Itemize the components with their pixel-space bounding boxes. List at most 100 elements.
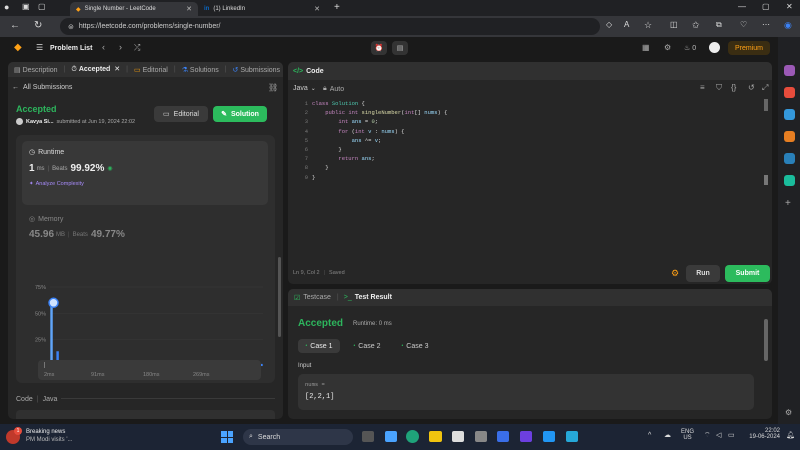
- tab-solutions[interactable]: ⚗ Solutions: [182, 66, 219, 74]
- streak-counter[interactable]: ♨ 0: [684, 44, 696, 53]
- search-sidebar-icon[interactable]: [784, 65, 795, 76]
- debugger-icon[interactable]: ⚙: [671, 269, 679, 278]
- office-icon[interactable]: [784, 131, 795, 142]
- site-info-icon[interactable]: ⊜: [68, 23, 74, 31]
- all-submissions-link[interactable]: ← All Submissions: [12, 84, 72, 91]
- scrollbar-thumb[interactable]: [764, 175, 768, 185]
- tab-editorial[interactable]: ▭ Editorial: [134, 66, 168, 74]
- store-icon[interactable]: [452, 431, 464, 442]
- install-app-icon[interactable]: ◇: [606, 21, 612, 29]
- news-title[interactable]: Breaking news: [26, 429, 65, 435]
- address-bar[interactable]: ⊜ https://leetcode.com/problems/single-n…: [60, 18, 600, 35]
- case-2-tab[interactable]: • Case 2: [346, 339, 388, 353]
- battery-icon[interactable]: ▭: [728, 432, 735, 439]
- tab-linkedin[interactable]: in (1) LinkedIn ✕: [198, 2, 326, 16]
- collections-icon[interactable]: ⧉: [716, 21, 722, 29]
- clock[interactable]: 22:02 19-06-2024: [742, 428, 780, 440]
- reset-icon[interactable]: ↺: [748, 84, 755, 92]
- tab-submissions[interactable]: ↺ Submissions: [233, 66, 281, 74]
- tab-description[interactable]: ▤ Description: [14, 66, 58, 74]
- language-indicator[interactable]: ENG US: [681, 429, 694, 441]
- close-tab-icon[interactable]: ✕: [114, 66, 120, 73]
- settings-gear-icon[interactable]: ⚙: [664, 44, 671, 52]
- wifi-icon[interactable]: ⌔: [704, 432, 711, 439]
- tray-chevron-icon[interactable]: ^: [648, 432, 651, 439]
- next-problem-icon[interactable]: ›: [119, 43, 122, 52]
- notifications-bell-icon[interactable]: 🔔︎: [786, 432, 795, 439]
- auto-mode[interactable]: 🔒︎ Auto: [323, 85, 344, 93]
- minimize-icon[interactable]: —: [738, 3, 746, 11]
- avatar[interactable]: [709, 42, 720, 53]
- range-handle[interactable]: [44, 362, 45, 368]
- tools-icon[interactable]: [784, 109, 795, 120]
- taskbar-search[interactable]: ⌕ Search: [243, 429, 353, 445]
- code-area[interactable]: class Solution { public int singleNumber…: [312, 99, 447, 182]
- app-icon[interactable]: [520, 431, 532, 442]
- app-icon[interactable]: [497, 431, 509, 442]
- extensions-icon[interactable]: ♡: [740, 21, 747, 29]
- tab-actions-icon[interactable]: ▢: [38, 3, 46, 11]
- more-menu-icon[interactable]: ⋯: [762, 21, 770, 29]
- teams-icon[interactable]: [385, 431, 397, 442]
- close-tab-icon[interactable]: ✕: [186, 5, 192, 13]
- profile-icon[interactable]: ●: [4, 3, 9, 12]
- workspaces-icon[interactable]: ▣: [22, 3, 30, 11]
- vscode-icon[interactable]: [543, 431, 555, 442]
- tab-test-result[interactable]: Test Result: [355, 294, 392, 301]
- case-3-tab[interactable]: • Case 3: [394, 339, 436, 353]
- notes-button[interactable]: ▤: [392, 41, 408, 55]
- split-screen-icon[interactable]: ◫: [670, 21, 678, 29]
- submit-button[interactable]: Submit: [725, 265, 770, 282]
- volume-icon[interactable]: ◁: [716, 432, 721, 439]
- favorite-star-icon[interactable]: ☆: [644, 21, 652, 30]
- debug-button[interactable]: ⏰: [371, 41, 387, 55]
- layout-icon[interactable]: ▦: [642, 44, 650, 52]
- maximize-icon[interactable]: ▢: [762, 3, 770, 11]
- case-1-tab[interactable]: • Case 1: [298, 339, 340, 353]
- chart-range-selector[interactable]: 2ms 91ms 180ms 269ms: [38, 360, 261, 380]
- add-sidebar-icon[interactable]: +: [785, 199, 791, 209]
- shopping-icon[interactable]: [784, 87, 795, 98]
- prev-problem-icon[interactable]: ‹: [102, 43, 105, 52]
- refresh-icon[interactable]: ↻: [34, 21, 42, 31]
- news-subtitle[interactable]: PM Modi visits '...: [26, 437, 73, 443]
- format-icon[interactable]: ≡: [700, 84, 705, 92]
- editorial-button[interactable]: ▭ Editorial: [154, 106, 208, 122]
- outlook-icon[interactable]: [784, 153, 795, 164]
- bookmark-icon[interactable]: ⛉: [716, 84, 722, 92]
- windows-start-icon[interactable]: [221, 431, 233, 443]
- app-icon[interactable]: [566, 431, 578, 442]
- run-button[interactable]: Run: [686, 265, 720, 282]
- back-icon[interactable]: ←: [10, 21, 20, 31]
- sidebar-settings-icon[interactable]: ⚙: [785, 409, 792, 417]
- tab-accepted[interactable]: ⏱ Accepted ✕: [71, 65, 120, 74]
- shuffle-icon[interactable]: ⤮: [134, 44, 140, 52]
- fullscreen-icon[interactable]: ⤢: [762, 84, 768, 92]
- new-tab-icon[interactable]: +: [334, 3, 340, 13]
- solution-button[interactable]: ✎ Solution: [213, 106, 267, 122]
- app-icon[interactable]: [475, 431, 487, 442]
- analyze-complexity-link[interactable]: ✦ Analyze Complexity: [29, 181, 84, 187]
- send-icon[interactable]: [784, 175, 795, 186]
- cloud-icon[interactable]: ☁: [664, 432, 671, 439]
- braces-icon[interactable]: {}: [731, 84, 736, 92]
- scrollbar[interactable]: [764, 319, 768, 361]
- edge-icon[interactable]: [406, 430, 419, 443]
- problem-list-link[interactable]: Problem List: [50, 45, 92, 52]
- link-icon[interactable]: ⛓: [268, 84, 278, 92]
- scrollbar[interactable]: [278, 257, 281, 337]
- premium-button[interactable]: Premium: [728, 41, 770, 55]
- scrollbar[interactable]: [764, 99, 768, 111]
- favorites-icon[interactable]: ✩: [692, 21, 700, 30]
- username[interactable]: Kavya Si...: [26, 119, 54, 125]
- copilot-icon[interactable]: ◉: [784, 21, 792, 30]
- file-explorer-icon[interactable]: [429, 431, 442, 442]
- read-aloud-icon[interactable]: A: [624, 21, 629, 29]
- language-select[interactable]: Java ⌄: [293, 85, 316, 92]
- tab-leetcode[interactable]: ◆ Single Number - LeetCode ✕: [70, 2, 198, 16]
- user-avatar[interactable]: [16, 118, 23, 125]
- memory-header[interactable]: ◎ Memory: [29, 215, 63, 224]
- task-view-icon[interactable]: [362, 431, 374, 442]
- tab-testcase[interactable]: Testcase: [303, 294, 331, 301]
- close-tab-icon[interactable]: ✕: [314, 5, 320, 13]
